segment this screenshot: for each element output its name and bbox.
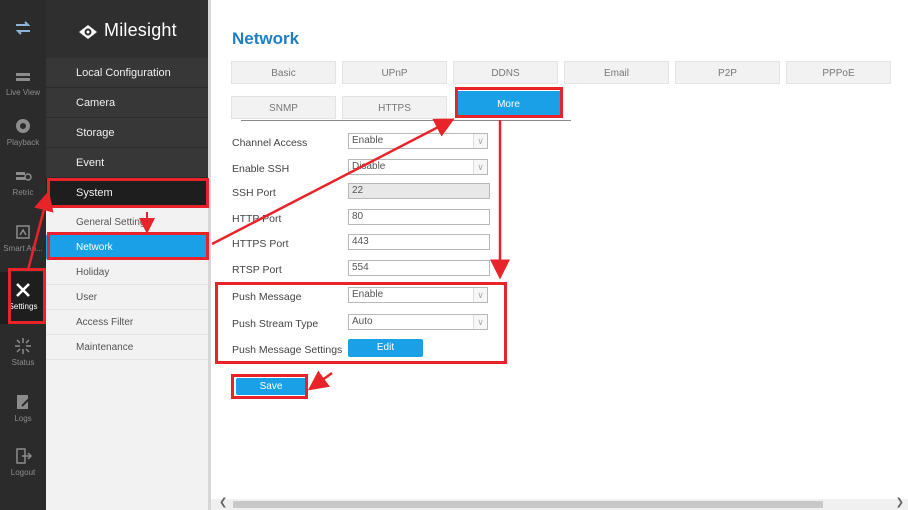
label-push-stream-type: Push Stream Type <box>232 318 319 330</box>
menu-user[interactable]: User <box>46 285 208 310</box>
status-icon <box>15 338 31 354</box>
menu-network[interactable]: Network <box>46 235 208 260</box>
menu-maintenance[interactable]: Maintenance <box>46 335 208 360</box>
chevron-down-icon: ∨ <box>473 134 487 148</box>
smart-analysis-icon <box>16 225 30 239</box>
edit-push-settings-button[interactable]: Edit <box>348 339 423 357</box>
rail-toggle[interactable] <box>0 10 46 54</box>
settings-tools-icon <box>16 283 30 297</box>
chevron-down-icon: ∨ <box>473 160 487 174</box>
rail-label-retrieve: Retric <box>12 188 34 197</box>
push-message-value: Enable <box>352 289 384 300</box>
rail-label-playback: Playback <box>6 138 40 147</box>
rtsp-port-input[interactable]: 554 <box>348 260 490 276</box>
tab-pppoe[interactable]: PPPoE <box>786 61 891 84</box>
rail-logs[interactable]: Logs <box>0 384 46 434</box>
channel-access-value: Enable <box>352 135 384 146</box>
menu-general-settings[interactable]: General Settings <box>46 210 208 235</box>
rail-status[interactable]: Status <box>0 328 46 378</box>
logout-icon <box>16 448 33 464</box>
rail-live-view[interactable]: Live View <box>0 58 46 108</box>
retrieve-icon <box>16 172 32 181</box>
rail-settings[interactable]: Settings <box>0 272 46 324</box>
chevron-down-icon: ∨ <box>473 288 487 302</box>
menu-local-configuration[interactable]: Local Configuration <box>46 58 208 88</box>
tab-ddns[interactable]: DDNS <box>453 61 558 84</box>
push-stream-type-value: Auto <box>352 316 373 327</box>
tab-underline <box>241 120 571 121</box>
ssh-port-input[interactable]: 22 <box>348 183 490 199</box>
label-http-port: HTTP Port <box>232 213 282 225</box>
logs-icon <box>17 395 31 409</box>
enable-ssh-select[interactable]: Disable ∨ <box>348 159 488 175</box>
push-message-select[interactable]: Enable ∨ <box>348 287 488 303</box>
horizontal-scrollbar[interactable]: ❮ ❯ <box>211 497 908 510</box>
brand-name: Milesight <box>104 20 177 40</box>
page-title: Network <box>232 29 300 48</box>
push-stream-type-select[interactable]: Auto ∨ <box>348 314 488 330</box>
brand-logo: Milesight <box>46 0 208 60</box>
tab-upnp[interactable]: UPnP <box>342 61 447 84</box>
tab-snmp[interactable]: SNMP <box>231 96 336 119</box>
menu-camera[interactable]: Camera <box>46 88 208 118</box>
label-enable-ssh: Enable SSH <box>232 163 290 175</box>
menu-storage[interactable]: Storage <box>46 118 208 148</box>
menu-system[interactable]: System <box>46 178 208 208</box>
label-ssh-port: SSH Port <box>232 187 276 199</box>
menu-holiday[interactable]: Holiday <box>46 260 208 285</box>
channel-access-select[interactable]: Enable ∨ <box>348 133 488 149</box>
rail-playback[interactable]: Playback <box>0 108 46 158</box>
playback-icon <box>16 119 30 133</box>
main-content: Network Basic UPnP DDNS Email P2P PPPoE … <box>211 0 908 510</box>
label-push-message-settings: Push Message Settings <box>232 344 343 356</box>
milesight-logo-icon <box>79 25 97 39</box>
enable-ssh-value: Disable <box>352 161 386 172</box>
tab-https[interactable]: HTTPS <box>342 96 447 119</box>
rail-label-settings: Settings <box>8 302 38 311</box>
icon-rail: Live View Playback Retric Smart An... Se… <box>0 0 46 510</box>
rail-logout[interactable]: Logout <box>0 438 46 488</box>
tab-more[interactable]: More <box>457 91 560 116</box>
http-port-input[interactable]: 80 <box>348 209 490 225</box>
switch-arrows-icon <box>15 21 31 35</box>
label-push-message: Push Message <box>232 291 302 303</box>
rail-retrieve[interactable]: Retric <box>0 158 46 208</box>
rail-label-status: Status <box>11 358 35 367</box>
scroll-right-icon[interactable]: ❯ <box>896 497 904 508</box>
label-https-port: HTTPS Port <box>232 238 289 250</box>
rail-label-smart-analysis: Smart An... <box>3 244 43 253</box>
rail-smart-analysis[interactable]: Smart An... <box>0 214 46 264</box>
label-rtsp-port: RTSP Port <box>232 264 282 276</box>
rail-label-live-view: Live View <box>5 88 41 97</box>
save-button[interactable]: Save <box>236 378 306 395</box>
rail-label-logs: Logs <box>14 414 32 423</box>
scrollbar-thumb[interactable] <box>233 501 823 508</box>
scroll-left-icon[interactable]: ❮ <box>219 497 227 508</box>
tab-basic[interactable]: Basic <box>231 61 336 84</box>
tab-p2p[interactable]: P2P <box>675 61 780 84</box>
chevron-down-icon: ∨ <box>473 315 487 329</box>
settings-menu: Milesight Local Configuration Camera Sto… <box>46 0 208 510</box>
live-view-icon <box>16 73 30 81</box>
menu-event[interactable]: Event <box>46 148 208 178</box>
rail-label-logout: Logout <box>10 468 36 477</box>
https-port-input[interactable]: 443 <box>348 234 490 250</box>
menu-access-filter[interactable]: Access Filter <box>46 310 208 335</box>
tab-email[interactable]: Email <box>564 61 669 84</box>
label-channel-access: Channel Access <box>232 137 308 149</box>
